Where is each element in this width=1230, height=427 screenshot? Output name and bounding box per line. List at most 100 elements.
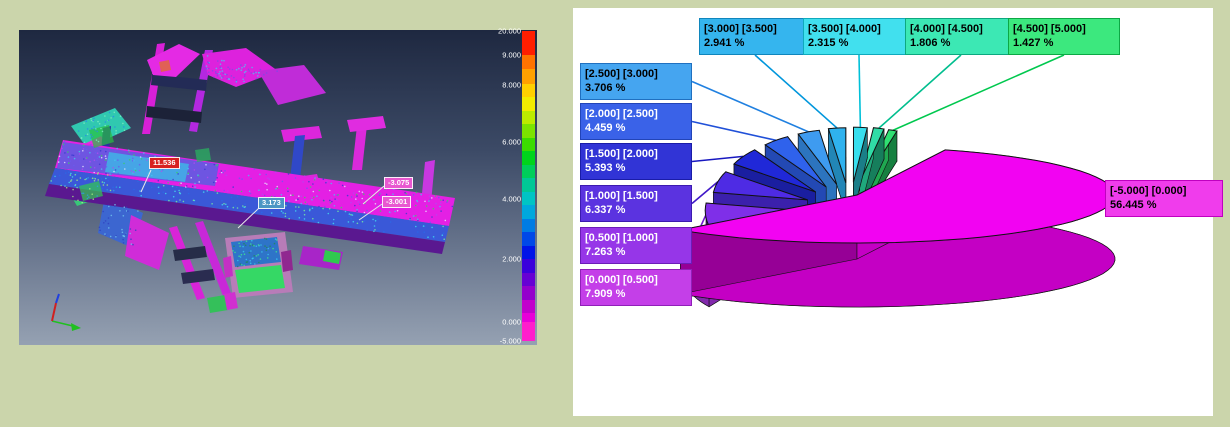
pie-callout-0.500-1.000[interactable]: [0.500] [1.000] 7.263 % [580, 227, 692, 264]
speckle-dot [70, 180, 72, 182]
speckle-dot [429, 198, 431, 200]
callout-pct: 5.393 % [585, 161, 687, 175]
speckle-dot [440, 210, 442, 212]
speckle-dot [186, 185, 188, 187]
speckle-dot [217, 192, 219, 194]
speckle-dot [104, 115, 106, 117]
pie-callout-2.500-3.000[interactable]: [2.500] [3.000] 3.706 % [580, 63, 692, 100]
speckle-dot [232, 250, 234, 252]
speckle-dot [143, 152, 145, 154]
speckle-dot [243, 81, 245, 83]
colorbar-segment [522, 322, 535, 341]
speckle-dot [221, 77, 223, 79]
speckle-dot [288, 218, 290, 220]
speckle-dot [287, 191, 289, 193]
speckle-dot [350, 214, 352, 216]
speckle-dot [96, 158, 98, 160]
model-canvas[interactable] [19, 30, 537, 345]
speckle-dot [176, 172, 178, 174]
speckle-dot [135, 229, 137, 231]
colorbar-segment [522, 192, 535, 205]
speckle-dot [99, 164, 101, 166]
speckle-dot [305, 202, 307, 204]
colorbar-tick-label: -5.000 [500, 337, 521, 346]
speckle-dot [187, 168, 189, 170]
speckle-dot [107, 174, 109, 176]
speckle-dot [236, 80, 238, 82]
speckle-dot [417, 219, 419, 221]
speckle-dot [140, 195, 142, 197]
speckle-dot [323, 178, 325, 180]
speckle-dot [167, 182, 169, 184]
pie-callout-3.500-4.000[interactable]: [3.500] [4.000] 2.315 % [803, 18, 915, 55]
speckle-dot [281, 194, 283, 196]
3d-viewer-panel[interactable]: 11.536 3.173 -3.075 -3.001 20.0009.0008.… [19, 30, 537, 345]
callout-pct: 3.706 % [585, 81, 687, 95]
speckle-dot [443, 238, 445, 240]
speckle-dot [443, 232, 445, 234]
speckle-dot [323, 200, 325, 202]
speckle-dot [414, 219, 416, 221]
speckle-dot [74, 185, 76, 187]
speckle-dot [216, 177, 218, 179]
pie-callout-2.000-2.500[interactable]: [2.000] [2.500] 4.459 % [580, 103, 692, 140]
speckle-dot [59, 175, 61, 177]
speckle-dot [187, 189, 189, 191]
speckle-dot [105, 173, 107, 175]
speckle-dot [127, 210, 129, 212]
speckle-dot [102, 211, 104, 213]
deviation-annotation[interactable]: -3.001 [382, 196, 411, 208]
speckle-dot [290, 194, 292, 196]
speckle-dot [245, 169, 247, 171]
speckle-dot [172, 186, 174, 188]
speckle-dot [282, 181, 284, 183]
speckle-dot [72, 196, 74, 198]
deviation-annotation[interactable]: 11.536 [149, 157, 180, 169]
speckle-dot [236, 81, 238, 83]
pie-callout-4.000-4.500[interactable]: [4.000] [4.500] 1.806 % [905, 18, 1017, 55]
deviation-annotation[interactable]: -3.075 [384, 177, 413, 189]
speckle-dot [54, 175, 56, 177]
speckle-dot [373, 199, 375, 201]
speckle-dot [266, 72, 268, 74]
speckle-dot [222, 204, 224, 206]
speckle-dot [244, 75, 246, 77]
speckle-dot [238, 243, 240, 245]
speckle-dot [110, 190, 112, 192]
speckle-dot [96, 195, 98, 197]
pie-callout-3.000-3.500[interactable]: [3.000] [3.500] 2.941 % [699, 18, 811, 55]
pie-callout-1.500-2.000[interactable]: [1.500] [2.000] 5.393 % [580, 143, 692, 180]
speckle-dot [100, 150, 102, 152]
speckle-dot [132, 158, 134, 160]
callout-pct: 6.337 % [585, 203, 687, 217]
pie-callout-0.000-0.500[interactable]: [0.000] [0.500] 7.909 % [580, 269, 692, 306]
speckle-dot [105, 151, 107, 153]
speckle-dot [140, 156, 142, 158]
speckle-dot [94, 129, 96, 131]
axis-x-arrowhead [71, 323, 81, 331]
speckle-dot [97, 186, 99, 188]
speckle-dot [133, 154, 135, 156]
speckle-dot [108, 120, 110, 122]
speckle-dot [67, 151, 69, 153]
deviation-annotation[interactable]: 3.173 [258, 197, 285, 209]
speckle-dot [338, 182, 340, 184]
speckle-dot [226, 74, 228, 76]
speckle-dot [198, 181, 200, 183]
speckle-dot [281, 210, 283, 212]
speckle-dot [94, 167, 96, 169]
pie-callout--5.000-0.000[interactable]: [-5.000] [0.000] 56.445 % [1105, 180, 1223, 217]
pie-callout-4.500-5.000[interactable]: [4.500] [5.000] 1.427 % [1008, 18, 1120, 55]
speckle-dot [86, 120, 88, 122]
speckle-dot [250, 178, 252, 180]
speckle-dot [131, 170, 133, 172]
speckle-dot [266, 183, 268, 185]
speckle-dot [194, 169, 196, 171]
colorbar-ticks: 20.0009.0008.0006.0004.0002.0000.000-5.0… [481, 31, 521, 341]
pie-callout-1.000-1.500[interactable]: [1.000] [1.500] 6.337 % [580, 185, 692, 222]
pie-chart-panel: [3.000] [3.500] 2.941 % [3.500] [4.000] … [573, 8, 1213, 416]
callout-pct: 1.806 % [910, 36, 1012, 50]
speckle-dot [310, 197, 312, 199]
speckle-dot [95, 178, 97, 180]
speckle-dot [258, 262, 260, 264]
